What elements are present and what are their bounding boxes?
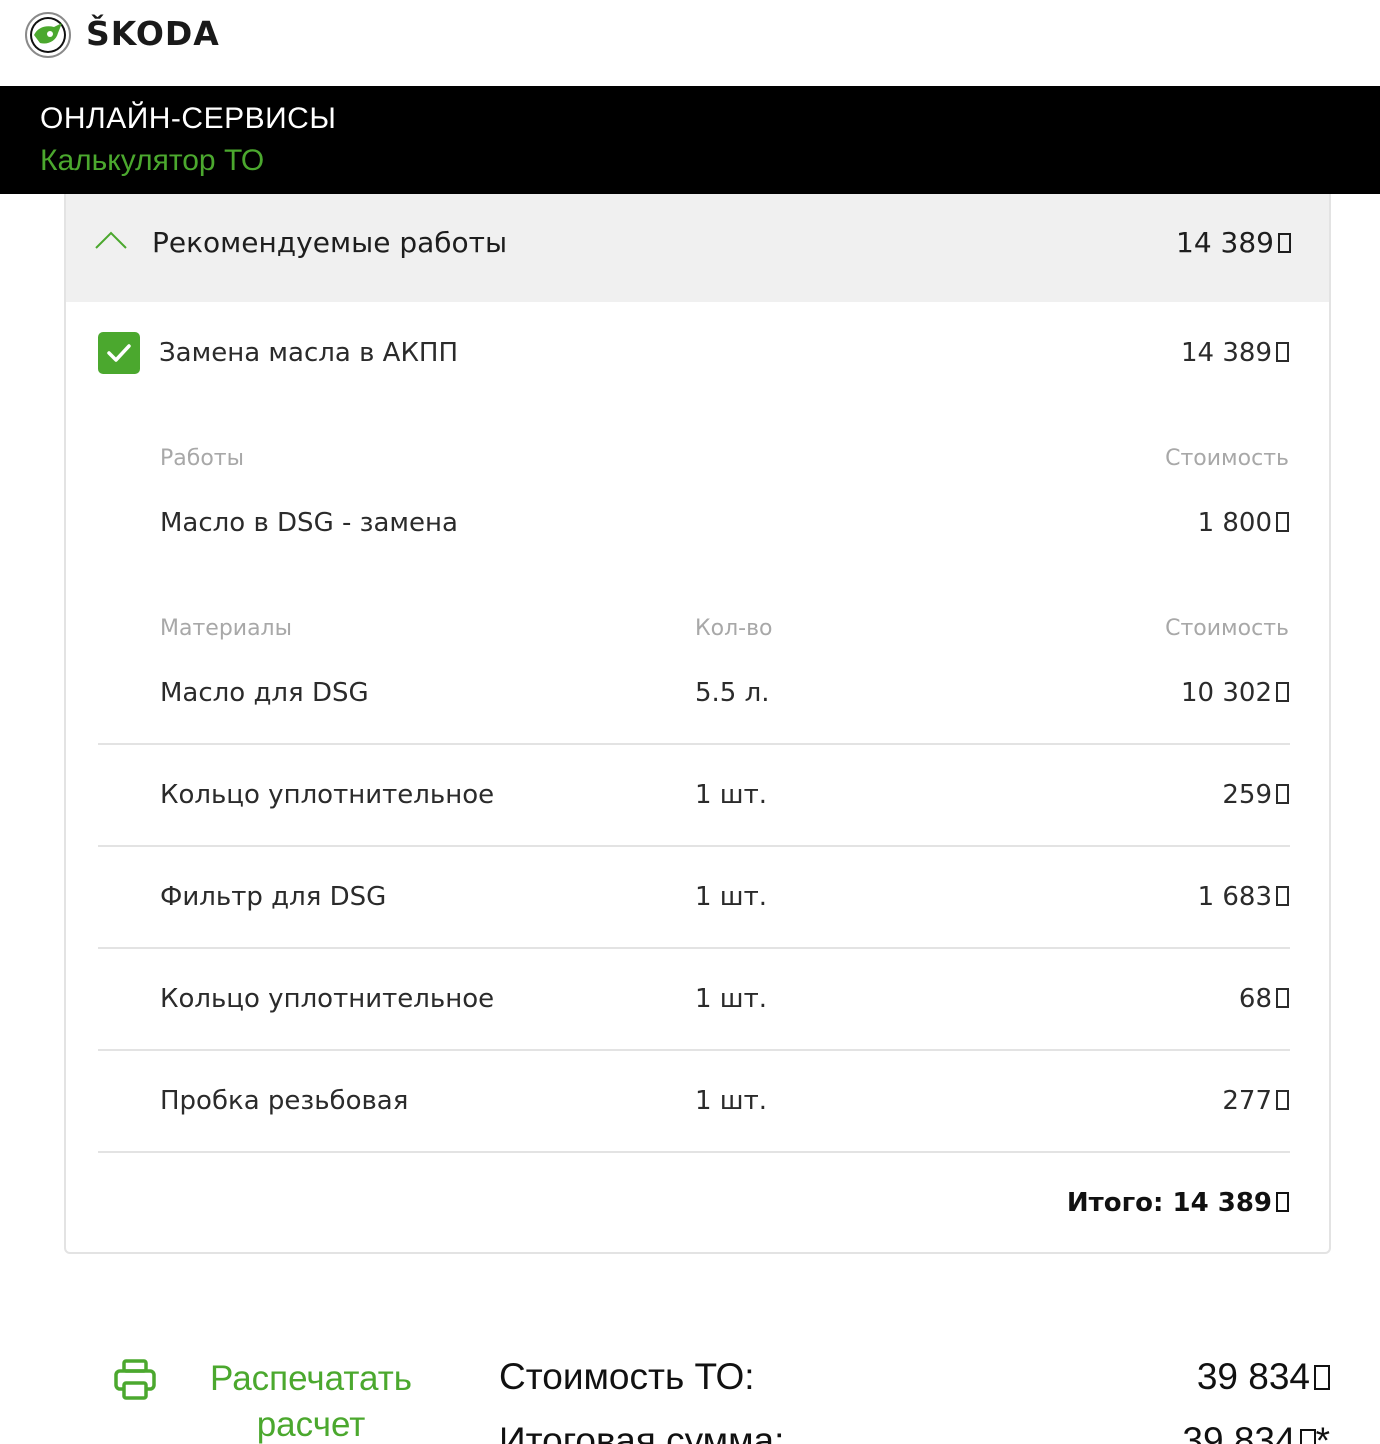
works-column-name: Работы [160,446,244,471]
header-subtitle: Калькулятор ТО [40,144,265,177]
print-calculation-link[interactable]: Распечатать расчет [196,1356,426,1444]
material-qty: 1 шт. [695,882,768,912]
section-total: Итого: 14 389 [1067,1188,1289,1218]
ruble-icon [1278,233,1291,253]
section-price: 14 389 [1176,226,1291,259]
service-name: Замена масла в АКПП [159,338,458,368]
service-cost-label: Стоимость ТО: [499,1356,755,1397]
row-divider [98,1049,1290,1051]
ruble-icon [1276,512,1289,532]
ruble-icon [1276,1192,1289,1212]
ruble-icon [1276,682,1289,702]
service-price: 14 389 [1181,338,1289,368]
total-sum-value: 39 834 * [1182,1420,1330,1444]
header-title: ОНЛАЙН-СЕРВИСЫ [40,102,337,135]
material-cost: 277 [1222,1086,1289,1116]
material-name: Масло для DSG [160,678,369,708]
work-item-name: Масло в DSG - замена [160,508,458,538]
material-name: Пробка резьбовая [160,1086,409,1116]
materials-column-qty: Кол-во [695,616,773,641]
section-title: Рекомендуемые работы [152,226,508,259]
material-cost: 1 683 [1198,882,1289,912]
row-divider [98,845,1290,847]
service-cost-value: 39 834 [1197,1356,1330,1398]
material-name: Кольцо уплотнительное [160,984,495,1014]
material-name: Фильтр для DSG [160,882,387,912]
ruble-icon [1276,342,1289,362]
brand-wordmark[interactable]: ŠKODA [86,14,220,53]
ruble-icon [1276,988,1289,1008]
top-bar: ŠKODA [0,0,1380,86]
work-item-cost: 1 800 [1198,508,1289,538]
check-icon [107,344,131,362]
ruble-icon [1276,886,1289,906]
page-header: ОНЛАЙН-СЕРВИСЫ Калькулятор ТО [0,86,1380,194]
chevron-up-icon[interactable] [94,230,128,250]
materials-column-name: Материалы [160,616,292,641]
recommended-works-card: Рекомендуемые работы 14 389 Замена масла… [64,194,1331,1254]
material-qty: 1 шт. [695,1086,768,1116]
ruble-icon [1314,1365,1330,1390]
service-checkbox[interactable] [98,332,140,374]
row-divider [98,1151,1290,1153]
ruble-icon [1276,784,1289,804]
material-qty: 1 шт. [695,984,768,1014]
material-cost: 259 [1222,780,1289,810]
material-qty: 1 шт. [695,780,768,810]
materials-column-cost: Стоимость [1165,616,1289,641]
material-cost: 68 [1239,984,1289,1014]
works-column-cost: Стоимость [1165,446,1289,471]
row-divider [98,743,1290,745]
material-qty: 5.5 л. [695,678,770,708]
section-header[interactable]: Рекомендуемые работы 14 389 [66,194,1329,302]
material-name: Кольцо уплотнительное [160,780,495,810]
printer-icon[interactable] [113,1359,157,1401]
row-divider [98,947,1290,949]
material-cost: 10 302 [1181,678,1289,708]
skoda-logo-icon[interactable] [24,11,72,59]
total-sum-label: Итоговая сумма: [499,1420,785,1444]
ruble-icon [1276,1090,1289,1110]
ruble-icon [1299,1429,1316,1444]
